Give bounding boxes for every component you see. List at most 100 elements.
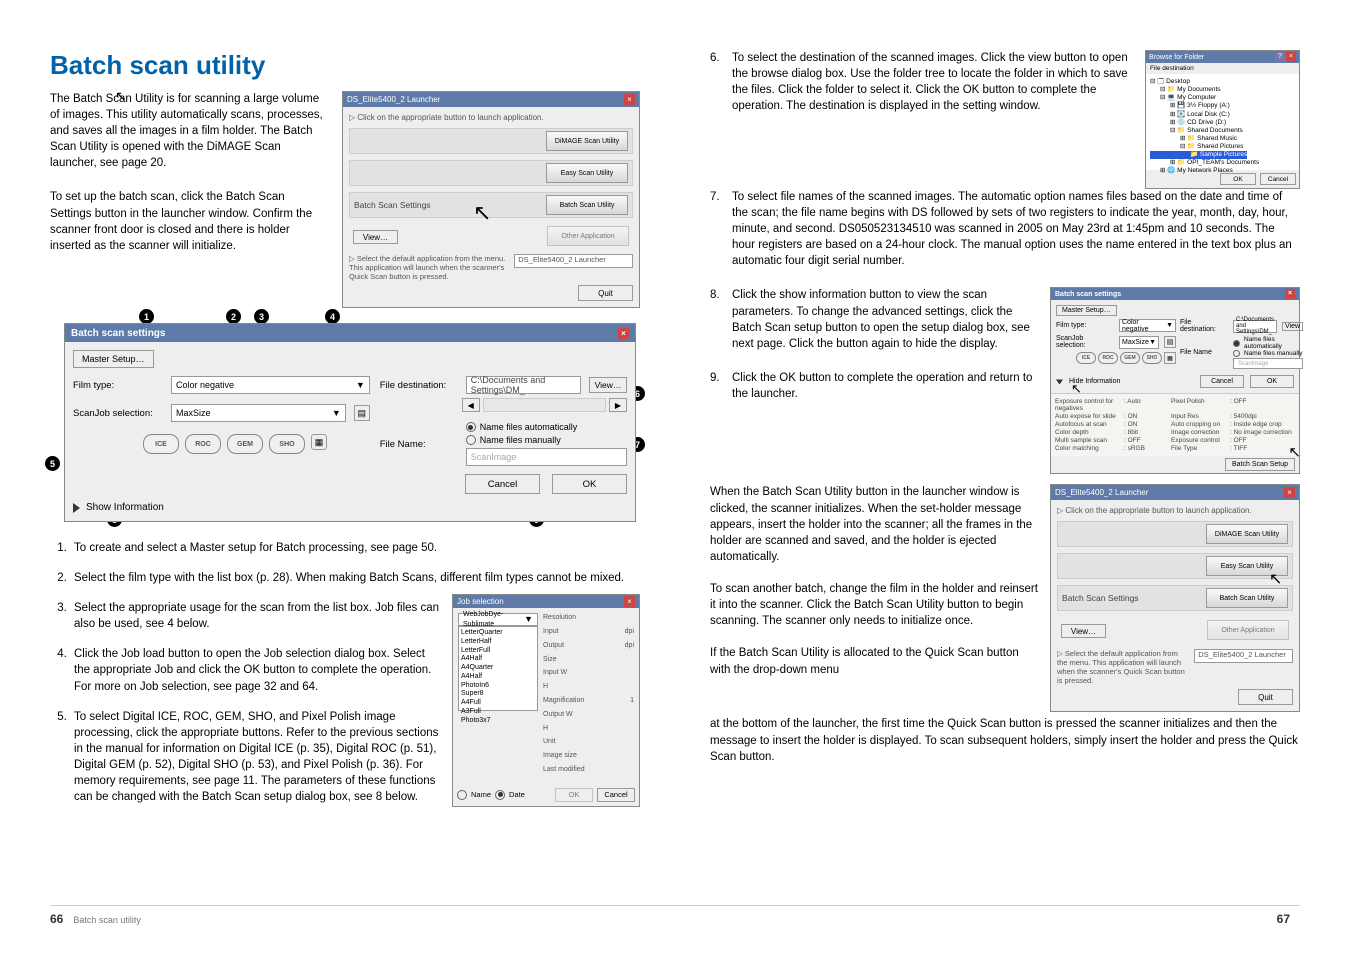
cancel-button[interactable]: Cancel xyxy=(1200,375,1244,388)
scan-info-table: Exposure control for negatives: AutoPixe… xyxy=(1051,393,1299,456)
close-icon[interactable]: × xyxy=(618,328,629,339)
close-icon[interactable]: × xyxy=(1285,289,1295,299)
file-dest-field[interactable]: C:\Documents and Settings\DM_ xyxy=(1233,320,1277,333)
footer-label: Batch scan utility xyxy=(73,915,141,925)
right-para-3-intro: If the Batch Scan Utility is allocated t… xyxy=(710,645,1038,677)
master-setup-button[interactable]: Master Setup… xyxy=(73,350,154,368)
page-footer: 66 Batch scan utility 67 xyxy=(50,905,1300,926)
dimage-scan-button[interactable]: DiMAGE Scan Utility xyxy=(546,131,628,151)
ok-button[interactable]: OK xyxy=(552,474,627,494)
other-application-button: Other Application xyxy=(1207,620,1289,640)
close-icon[interactable]: × xyxy=(624,94,635,105)
ice-button[interactable]: ICE xyxy=(143,434,179,454)
collapse-icon[interactable] xyxy=(1056,380,1063,385)
right-para-2: To scan another batch, change the film i… xyxy=(710,581,1038,629)
launcher-title: DS_Elite5400_2 Launcher xyxy=(347,95,440,104)
browse-cancel-button[interactable]: Cancel xyxy=(1260,173,1296,185)
film-type-dropdown[interactable]: Color negative▼ xyxy=(1119,319,1176,332)
job-list[interactable]: LetterQuarterLetterHalfLetterFull A4Half… xyxy=(458,626,538,711)
step-2: Select the film type with the list box (… xyxy=(70,570,640,586)
scroll-left-icon[interactable]: ◀ xyxy=(462,398,480,412)
file-destination-label: File destination: xyxy=(380,380,458,391)
close-icon[interactable]: × xyxy=(1284,487,1295,498)
scroll-right-icon[interactable]: ▶ xyxy=(609,398,627,412)
page-number-right: 67 xyxy=(1277,912,1290,926)
launcher-note: ▷ Select the default application from th… xyxy=(349,254,508,281)
job-properties: Resolution Inputdpi Outputdpi Size Input… xyxy=(543,613,634,779)
sho-button[interactable]: SHO xyxy=(269,434,305,454)
batch-scan-settings-label[interactable]: Batch Scan Settings xyxy=(354,200,431,210)
name-auto-label: Name files automatically xyxy=(480,422,578,432)
file-name-label: File Name: xyxy=(380,439,458,450)
name-auto-radio[interactable] xyxy=(466,422,476,432)
scanjob-dropdown[interactable]: MaxSize▼ xyxy=(171,404,346,422)
name-manual-radio[interactable] xyxy=(1233,350,1240,357)
callout-5: 5 xyxy=(45,456,60,471)
job-cancel-button[interactable]: Cancel xyxy=(597,788,635,802)
other-application-button: Other Application xyxy=(547,226,629,246)
job-category-dropdown[interactable]: WebJobDye-Sublimate▼ xyxy=(458,613,538,626)
pixel-polish-icon[interactable]: ▦ xyxy=(311,434,327,450)
left-steps: To create and select a Master setup for … xyxy=(50,540,640,805)
name-manual-label: Name files manually xyxy=(480,435,561,445)
job-selection-window: Job selection × WebJobDye-Sublimate▼ Lett… xyxy=(452,594,640,807)
ok-button[interactable]: OK xyxy=(1250,375,1294,388)
master-setup-button[interactable]: Master Setup… xyxy=(1056,305,1117,316)
launcher-window: DS_Elite5400_2 Launcher × ▷ Click on the… xyxy=(342,91,640,308)
view-button[interactable]: View… xyxy=(353,230,398,244)
callout-2: 2 xyxy=(226,309,241,324)
film-type-dropdown[interactable]: Color negative▼ xyxy=(171,376,370,394)
sho-button[interactable]: SHO xyxy=(1142,352,1162,364)
cursor-icon: ↖ xyxy=(1288,443,1301,461)
step-6: To select the destination of the scanned… xyxy=(710,50,1300,114)
view-button[interactable]: View xyxy=(1282,322,1303,331)
close-icon[interactable]: × xyxy=(624,596,635,607)
step-8: Click the show information button to vie… xyxy=(710,287,1038,351)
scanjob-dropdown[interactable]: MaxSize▼ xyxy=(1119,336,1159,349)
batch-scan-settings-expanded-window: Batch scan settings× Master Setup… Film … xyxy=(1050,287,1300,474)
callout-3: 3 xyxy=(254,309,269,324)
scanimage-field[interactable]: ScanImage xyxy=(466,448,627,466)
batch-scan-setup-button[interactable]: Batch Scan Setup xyxy=(1225,458,1295,471)
expand-icon[interactable] xyxy=(73,503,80,513)
batch-scan-utility-button[interactable]: Batch Scan Utility xyxy=(1206,588,1288,608)
right-para-3: at the bottom of the launcher, the first… xyxy=(710,716,1300,764)
right-para-1: When the Batch Scan Utility button in th… xyxy=(710,484,1038,564)
intro-paragraph-1: The Batch Scan Utility is for scanning a… xyxy=(50,91,327,171)
gem-button[interactable]: GEM xyxy=(1120,352,1140,364)
job-load-icon[interactable]: ▤ xyxy=(354,405,370,421)
batch-scan-utility-button[interactable]: Batch Scan Utility xyxy=(546,195,628,215)
job-ok-button[interactable]: OK xyxy=(555,788,593,802)
page-title: Batch scan utility xyxy=(50,50,640,81)
page-number-left: 66 xyxy=(50,912,63,926)
roc-button[interactable]: ROC xyxy=(1098,352,1118,364)
file-destination-field[interactable]: C:\Documents and Settings\DM_ xyxy=(466,376,581,394)
job-selection-title: Job selection xyxy=(457,596,504,607)
show-information-button[interactable]: Show Information xyxy=(86,502,164,513)
browse-ok-button[interactable]: OK xyxy=(1220,173,1256,185)
settings-window-title: Batch scan settings xyxy=(71,328,165,339)
step-3: Job selection× WebJobDye-Sublimate▼ Lett… xyxy=(70,600,640,632)
callout-1: 1 xyxy=(139,309,154,324)
scanjob-label: ScanJob selection: xyxy=(73,408,163,419)
ice-button[interactable]: ICE xyxy=(1076,352,1096,364)
easy-scan-button[interactable]: Easy Scan Utility xyxy=(546,163,628,183)
dimage-scan-button[interactable]: DiMAGE Scan Utility xyxy=(1206,524,1288,544)
view-button[interactable]: View… xyxy=(589,377,627,393)
name-auto-radio[interactable] xyxy=(1233,340,1240,347)
roc-button[interactable]: ROC xyxy=(185,434,221,454)
job-load-icon[interactable]: ▤ xyxy=(1164,336,1176,348)
default-app-dropdown[interactable]: DS_Elite5400_2 Launcher xyxy=(1194,649,1293,663)
sort-date-radio[interactable] xyxy=(495,790,505,800)
default-app-dropdown[interactable]: DS_Elite5400_2 Launcher xyxy=(514,254,633,268)
view-button[interactable]: View… xyxy=(1061,624,1106,638)
quit-button[interactable]: Quit xyxy=(578,285,633,301)
step-1: To create and select a Master setup for … xyxy=(70,540,640,556)
pixel-polish-icon[interactable]: ▦ xyxy=(1164,352,1176,364)
quit-button[interactable]: Quit xyxy=(1238,689,1293,705)
gem-button[interactable]: GEM xyxy=(227,434,263,454)
cancel-button[interactable]: Cancel xyxy=(465,474,540,494)
scanimage-field[interactable]: ScanImage xyxy=(1233,358,1303,369)
name-manual-radio[interactable] xyxy=(466,435,476,445)
sort-name-radio[interactable] xyxy=(457,790,467,800)
